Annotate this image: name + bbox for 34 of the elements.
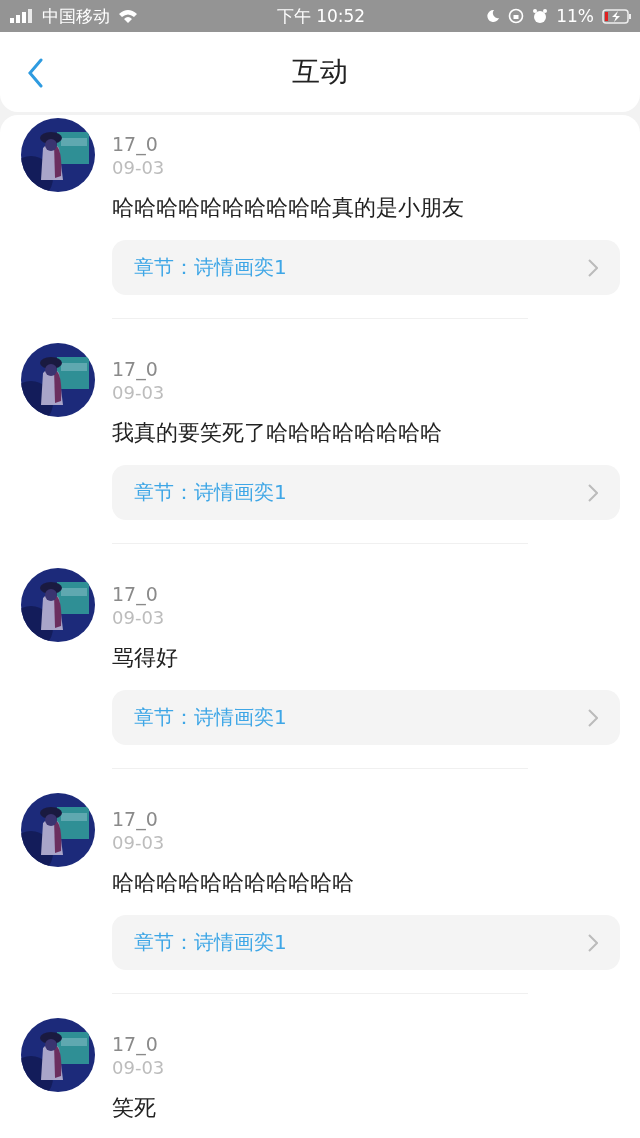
comment-date: 09-03 xyxy=(112,831,166,854)
user-name: 17_0 xyxy=(112,808,159,831)
comment-date: 09-03 xyxy=(112,1056,166,1079)
status-time: 下午 10:52 xyxy=(276,5,366,26)
chevron-icon xyxy=(588,708,598,727)
comment-text: 哈哈哈哈哈哈哈哈哈哈哈 xyxy=(112,869,355,897)
chapter-link[interactable]: 章节：诗情画奕1 xyxy=(112,240,620,295)
carrier-name: 中国移动 xyxy=(42,4,110,28)
comment-date: 09-03 xyxy=(112,381,166,404)
chevron-icon xyxy=(588,483,598,502)
page-title: 互动 xyxy=(292,54,348,90)
alarm-icon xyxy=(532,8,549,24)
chevron-icon xyxy=(588,933,598,952)
chapter-link[interactable]: 章节：诗情画奕1 xyxy=(112,915,620,970)
battery-icon xyxy=(602,8,632,24)
comment-date: 09-03 xyxy=(112,606,166,629)
user-name: 17_0 xyxy=(112,358,159,381)
comment-text: 哈哈哈哈哈哈哈哈哈哈真的是小朋友 xyxy=(112,194,465,222)
comment-text: 笑死 xyxy=(112,1094,157,1122)
user-name: 17_0 xyxy=(112,1033,159,1056)
user-name: 17_0 xyxy=(112,133,159,156)
comment-date: 09-03 xyxy=(112,156,166,179)
signal-icon xyxy=(10,9,34,23)
moon-icon xyxy=(486,9,501,23)
chevron-icon xyxy=(588,258,598,277)
comment-text: 骂得好 xyxy=(112,644,179,672)
wifi-icon xyxy=(118,9,138,23)
battery-percent: 11% xyxy=(556,6,594,26)
chapter-link[interactable]: 章节：诗情画奕1 xyxy=(112,690,620,745)
comment-text: 我真的要笑死了哈哈哈哈哈哈哈哈 xyxy=(112,419,443,447)
back-icon xyxy=(27,58,43,88)
rotation-lock-icon xyxy=(508,8,525,24)
chapter-link[interactable]: 章节：诗情画奕1 xyxy=(112,465,620,520)
user-name: 17_0 xyxy=(112,583,159,606)
